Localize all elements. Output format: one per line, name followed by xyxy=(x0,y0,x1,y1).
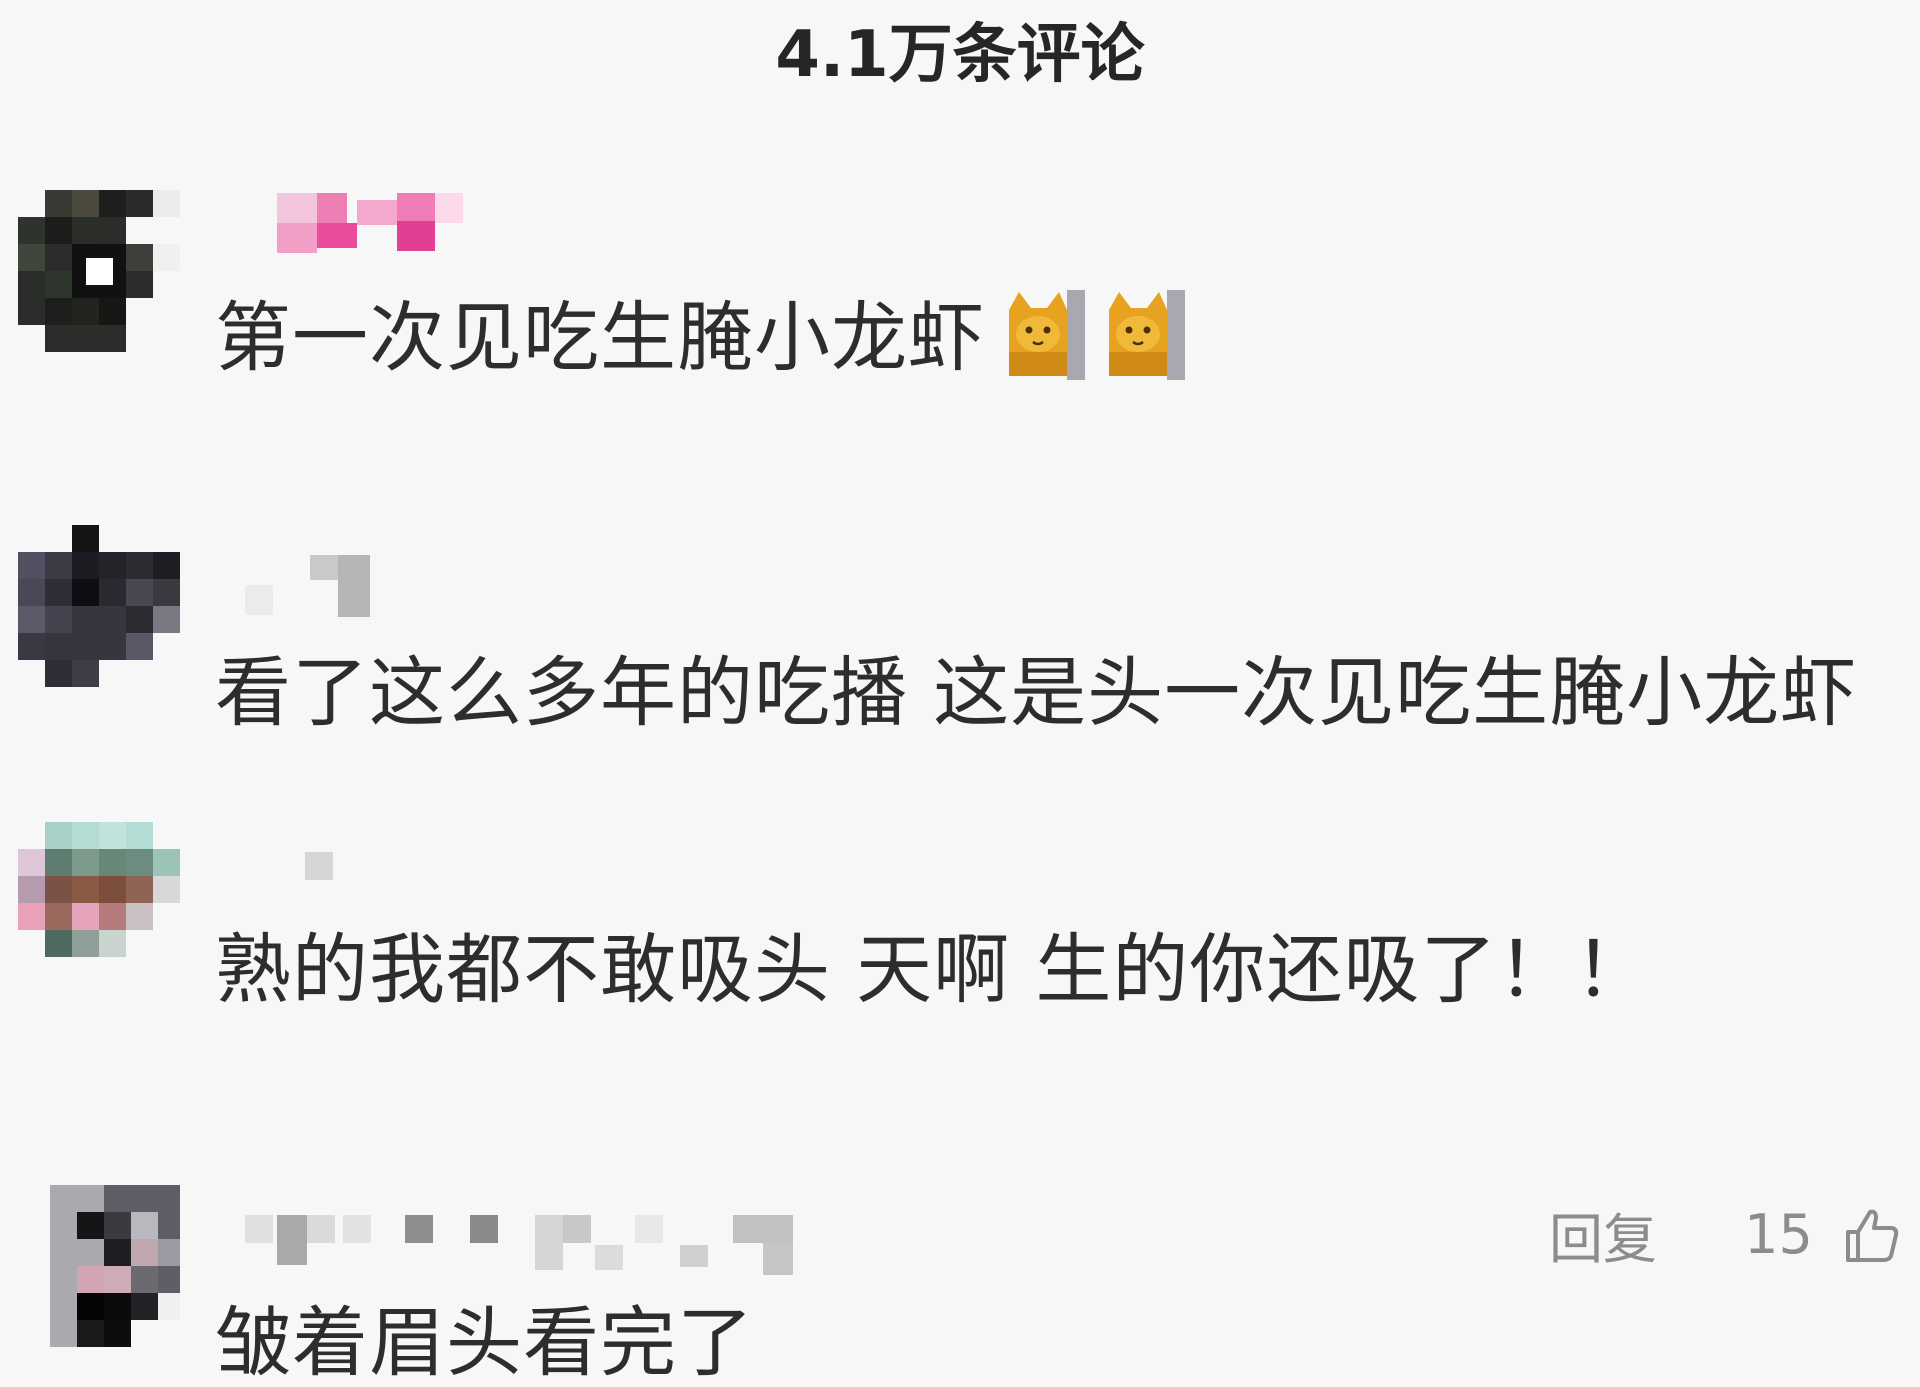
comment-text: 看了这么多年的吃播 这是头一次见吃生腌小龙虾 xyxy=(215,648,1858,737)
cat-face-icon xyxy=(1005,290,1085,380)
avatar[interactable] xyxy=(50,1185,180,1347)
avatar[interactable] xyxy=(18,190,180,352)
comment-text: 皱着眉头看完了 xyxy=(215,1298,754,1387)
like-count: 15 xyxy=(1744,1203,1813,1266)
comment-count-title: 4.1万条评论 xyxy=(775,18,1145,92)
comment-text: 第一次见吃生腌小龙虾 xyxy=(215,290,1185,388)
cat-face-icon xyxy=(1105,290,1185,380)
username-blurred[interactable] xyxy=(215,852,333,912)
comment-text: 熟的我都不敢吸头 天啊 生的你还吸了！！ xyxy=(215,925,1652,1014)
comment-text-content: 第一次见吃生腌小龙虾 xyxy=(215,293,985,382)
reply-button[interactable]: 回复 xyxy=(1549,1195,1657,1274)
username-blurred[interactable] xyxy=(215,190,475,253)
username-blurred[interactable] xyxy=(215,555,375,617)
username-blurred[interactable] xyxy=(215,1215,935,1275)
avatar[interactable] xyxy=(18,822,180,984)
comment-actions: 回复 15 xyxy=(1549,1195,1900,1274)
avatar[interactable] xyxy=(18,525,180,687)
thumbs-up-icon[interactable] xyxy=(1842,1206,1900,1264)
